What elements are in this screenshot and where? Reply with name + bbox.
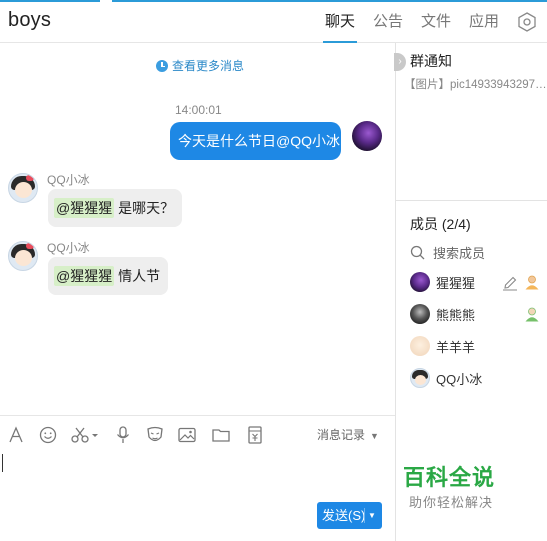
history-label: 消息记录 [317,428,366,442]
owner-user-icon [525,275,539,290]
view-more-messages-link[interactable]: 查看更多消息 [156,57,244,74]
tab-announcement[interactable]: 公告 [373,0,403,43]
outgoing-message-bubble: 今天是什么节日@QQ小冰 [170,122,341,160]
members-title: 成员 (2/4) [410,216,471,232]
member-avatar [410,272,430,292]
mention-tag[interactable]: @猩猩猩 [54,198,115,218]
edit-pencil-icon[interactable] [502,275,518,291]
admin-user-icon [525,307,539,322]
view-more-label: 查看更多消息 [172,59,245,73]
chat-area: 查看更多消息 14:00:01 今天是什么节日@QQ小冰 QQ小冰 @猩猩猩 是… [0,43,395,415]
panel-divider [396,200,547,201]
send-button-divider [364,508,365,523]
microphone-icon[interactable] [113,425,133,445]
member-name: 猩猩猩 [436,275,476,291]
send-options-caret-icon[interactable]: ▼ [368,502,376,529]
tab-apps[interactable]: 应用 [469,0,499,43]
emoji-icon[interactable] [38,425,58,445]
qq-xiaobing-avatar[interactable] [8,173,38,203]
red-packet-icon[interactable] [245,425,265,445]
message-history-button[interactable]: 消息记录 ▼ [317,426,379,443]
member-row[interactable]: QQ小冰 [410,368,546,388]
hexagon-settings-icon[interactable] [517,11,537,32]
message-text: 情人节 [118,268,161,284]
group-notice-body[interactable]: 【图片】pic1493394329761... [404,76,547,92]
group-notice-title: 群通知 [410,53,452,69]
composer-toolbar: 消息记录 ▼ [0,415,395,452]
incoming-message-bubble: @猩猩猩 是哪天？ [48,189,183,227]
member-name: 羊羊羊 [436,339,476,355]
group-title: boys [8,9,52,31]
scissors-icon[interactable] [70,425,100,445]
qq-xiaobing-avatar[interactable] [8,241,38,271]
member-name: QQ小冰 [436,371,483,387]
sender-name: QQ小冰 [47,173,90,187]
search-icon [410,245,425,259]
incoming-message-bubble: @猩猩猩 情人节 [48,257,169,295]
message-input-area[interactable]: 发送(S) ▼ [0,452,395,541]
watermark-title: 百科全说 [403,465,496,490]
tab-chat[interactable]: 聊天 [322,0,357,43]
caret-down-icon: ▼ [370,431,379,441]
watermark: 百科全说 助你轻松解决 [399,458,525,516]
mention-tag[interactable]: @猩猩猩 [54,266,115,286]
member-avatar [410,368,430,388]
clock-icon [156,59,168,72]
message-text: 是哪天？ [118,200,175,216]
header-accent-line [0,0,100,2]
header-tabs: 聊天 公告 文件 应用 [322,0,547,43]
send-label: 发送(S) [322,508,366,523]
watermark-subtitle: 助你轻松解决 [409,495,494,510]
member-name: 熊熊熊 [436,307,476,323]
member-row[interactable]: 羊羊羊 [410,336,546,356]
font-icon[interactable] [6,425,26,445]
sender-name: QQ小冰 [47,241,90,255]
collapse-arrow-icon[interactable]: › [394,53,406,71]
mask-icon[interactable] [145,425,165,445]
text-cursor [2,454,3,472]
self-avatar[interactable] [352,121,382,151]
image-icon[interactable] [177,425,197,445]
message-timestamp: 14:00:01 [175,103,222,117]
tab-files[interactable]: 文件 [421,0,451,43]
member-avatar [410,304,430,324]
member-avatar [410,336,430,356]
header: boys 聊天 公告 文件 应用 [0,0,547,43]
member-search-placeholder: 搜索成员 [433,245,486,261]
send-button[interactable]: 发送(S) ▼ [317,502,382,529]
folder-icon[interactable] [211,425,231,445]
member-search[interactable]: 搜索成员 [410,243,485,261]
